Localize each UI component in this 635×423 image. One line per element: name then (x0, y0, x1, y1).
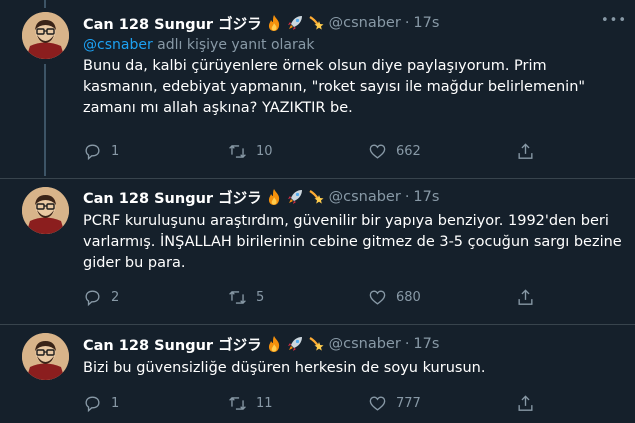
retweet-button[interactable]: 5 (228, 288, 368, 307)
display-name[interactable]: Can 128 Sungur ゴジラ (83, 187, 262, 208)
tweet-header: Can 128 Sungur ゴジラ @csnaber · 17s (83, 186, 625, 208)
timestamp[interactable]: 17s (413, 189, 439, 205)
tweet-text: Bizi bu güvensizliğe düşüren herkesin de… (83, 360, 486, 376)
avatar[interactable] (22, 333, 69, 380)
reply-icon (85, 396, 100, 413)
reply-count: 1 (111, 396, 120, 411)
reply-to-mention-link[interactable]: @csnaber (83, 37, 153, 53)
share-icon (518, 143, 533, 159)
retweet-icon (229, 397, 246, 410)
retweet-count: 11 (256, 396, 273, 411)
like-button[interactable]: 777 (368, 394, 516, 413)
like-button[interactable]: 662 (368, 142, 516, 161)
heart-icon (369, 290, 386, 305)
display-name[interactable]: Can 128 Sungur ゴジラ (83, 334, 262, 355)
separator-dot: · (404, 189, 410, 205)
retweet-count: 5 (256, 290, 265, 305)
like-count: 680 (396, 290, 421, 305)
heart-icon (369, 396, 386, 411)
tweet-header: Can 128 Sungur ゴジラ @csnaber · 17s (83, 333, 625, 355)
like-count: 777 (396, 396, 421, 411)
handle[interactable]: @csnaber (329, 15, 401, 31)
like-count: 662 (396, 144, 421, 159)
heart-icon (369, 144, 386, 159)
reply-to-text: adlı kişiye yanıt olarak (152, 37, 315, 53)
tweet[interactable]: Can 128 Sungur ゴジラ @csnaber · 17s PCRF k… (0, 178, 635, 324)
fire-icon (265, 335, 283, 353)
retweet-button[interactable]: 11 (228, 394, 368, 413)
tweet-header: Can 128 Sungur ゴジラ @csnaber · 17s (83, 12, 625, 34)
share-icon (518, 289, 533, 305)
reply-count: 1 (111, 144, 120, 159)
rocket-icon (286, 188, 304, 206)
tweet-text: Bunu da, kalbi çürüyenlere örnek olsun d… (83, 58, 586, 116)
handle[interactable]: @csnaber (329, 336, 401, 352)
dizzy-comet-icon (307, 14, 325, 32)
separator-dot: · (404, 336, 410, 352)
handle[interactable]: @csnaber (329, 189, 401, 205)
tweet[interactable]: ••• Can 128 Sungur ゴジラ @csnaber · 17s @c… (0, 0, 635, 178)
avatar[interactable] (22, 187, 69, 234)
fire-icon (265, 14, 283, 32)
reply-button[interactable]: 2 (83, 288, 228, 307)
timestamp[interactable]: 17s (413, 15, 439, 31)
reply-button[interactable]: 1 (83, 394, 228, 413)
dizzy-comet-icon (307, 335, 325, 353)
avatar[interactable] (22, 12, 69, 59)
reply-count: 2 (111, 290, 120, 305)
timestamp[interactable]: 17s (413, 336, 439, 352)
separator-dot: · (404, 15, 410, 31)
share-button[interactable] (516, 288, 556, 307)
display-name[interactable]: Can 128 Sungur ゴジラ (83, 13, 262, 34)
retweet-icon (229, 145, 246, 158)
tweet-actions: 1 10 662 (83, 142, 556, 161)
share-icon (518, 395, 533, 411)
retweet-count: 10 (256, 144, 273, 159)
fire-icon (265, 188, 283, 206)
tweet-actions: 1 11 777 (83, 394, 556, 413)
like-button[interactable]: 680 (368, 288, 516, 307)
dizzy-comet-icon (307, 188, 325, 206)
reply-context: @csnaber adlı kişiye yanıt olarak (83, 37, 625, 53)
tweet-actions: 2 5 680 (83, 288, 556, 307)
retweet-icon (229, 291, 246, 304)
reply-icon (85, 144, 100, 161)
tweet[interactable]: Can 128 Sungur ゴジラ @csnaber · 17s Bizi b… (0, 324, 635, 423)
share-button[interactable] (516, 142, 556, 161)
share-button[interactable] (516, 394, 556, 413)
tweet-text: PCRF kuruluşunu araştırdım, güvenilir bi… (83, 213, 622, 271)
reply-icon (85, 290, 100, 307)
timeline: ••• Can 128 Sungur ゴジラ @csnaber · 17s @c… (0, 0, 635, 423)
rocket-icon (286, 335, 304, 353)
reply-button[interactable]: 1 (83, 142, 228, 161)
rocket-icon (286, 14, 304, 32)
retweet-button[interactable]: 10 (228, 142, 368, 161)
